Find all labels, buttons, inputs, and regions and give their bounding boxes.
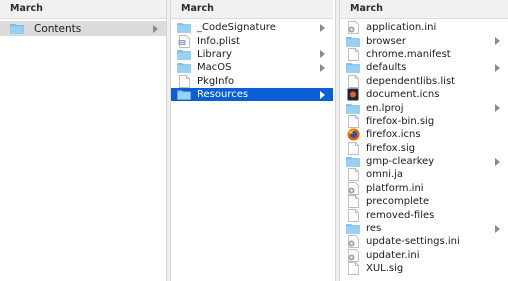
file-list: _CodeSignature Info.plist Library MacOS PkgI… — [171, 19, 333, 102]
file-icon — [346, 141, 360, 155]
settings-file-icon — [346, 182, 360, 195]
file-item[interactable]: update-settings.ini — [340, 235, 508, 249]
file-item[interactable]: Info.plist — [171, 34, 333, 48]
column-header: March — [0, 0, 166, 19]
file-list: Contents — [0, 19, 166, 36]
item-label: defaults — [366, 62, 407, 74]
file-item[interactable]: firefox.sig — [340, 141, 508, 155]
column-1: March Contents — [0, 0, 166, 281]
item-label: Library — [197, 48, 232, 60]
item-label: firefox.icns — [366, 129, 421, 141]
item-label: Info.plist — [197, 35, 240, 47]
folder-icon — [177, 48, 191, 60]
item-label: chrome.manifest — [366, 48, 451, 60]
item-label: browser — [366, 35, 407, 47]
disclosure-arrow-icon — [153, 24, 158, 33]
file-icon — [177, 74, 191, 88]
folder-item[interactable]: MacOS — [171, 61, 333, 74]
dark-icns-file-icon — [346, 88, 360, 101]
disclosure-arrow-icon — [495, 157, 500, 166]
file-icon — [346, 74, 360, 88]
folder-item[interactable]: Library — [171, 48, 333, 61]
settings-file-icon — [346, 21, 360, 35]
item-label: removed-files — [366, 209, 435, 221]
file-item[interactable]: firefox-bin.sig — [340, 115, 508, 128]
file-list: application.ini browser chrome.manifest def… — [340, 19, 508, 276]
file-icon — [346, 262, 360, 276]
file-icon — [346, 195, 360, 209]
disclosure-arrow-icon — [495, 224, 500, 233]
item-label: firefox-bin.sig — [366, 115, 435, 127]
folder-item[interactable]: defaults — [340, 61, 508, 74]
column-2: March _CodeSignature Info.plist Library Mac… — [171, 0, 333, 281]
item-label: document.icns — [366, 89, 440, 101]
firefox-icon — [346, 128, 360, 141]
item-label: XUL.sig — [366, 263, 404, 275]
item-label: precomplete — [366, 196, 430, 208]
item-label: PkgInfo — [197, 75, 235, 87]
folder-icon — [346, 35, 360, 47]
folder-item[interactable]: gmp-clearkey — [340, 155, 508, 168]
file-icon — [346, 115, 360, 128]
item-label: omni.ja — [366, 169, 404, 181]
item-label: dependentlibs.list — [366, 75, 456, 87]
file-item[interactable]: omni.ja — [340, 168, 508, 182]
item-label: updater.ini — [366, 249, 420, 261]
file-item[interactable]: updater.ini — [340, 248, 508, 262]
item-label: gmp-clearkey — [366, 156, 435, 168]
file-item[interactable]: document.icns — [340, 88, 508, 101]
folder-item[interactable]: browser — [340, 34, 508, 47]
item-label: MacOS — [197, 62, 232, 74]
item-label: application.ini — [366, 22, 437, 34]
plist-file-icon — [177, 34, 191, 48]
item-label: firefox.sig — [366, 142, 416, 154]
folder-item[interactable]: en.lproj — [340, 101, 508, 114]
item-label: Resources — [197, 89, 249, 101]
folder-icon — [346, 102, 360, 114]
disclosure-arrow-icon — [495, 37, 500, 46]
file-icon — [346, 168, 360, 182]
item-label: Contents — [34, 22, 82, 35]
item-label: update-settings.ini — [366, 236, 460, 248]
folder-item[interactable]: Resources — [171, 87, 333, 102]
file-item[interactable]: dependentlibs.list — [340, 74, 508, 88]
item-label: platform.ini — [366, 182, 424, 194]
file-item[interactable]: removed-files — [340, 208, 508, 222]
column-header: March — [171, 0, 333, 19]
disclosure-arrow-icon — [495, 104, 500, 113]
file-item[interactable]: PkgInfo — [171, 74, 333, 88]
folder-item[interactable]: _CodeSignature — [171, 21, 333, 34]
folder-icon — [177, 62, 191, 74]
file-item[interactable]: precomplete — [340, 195, 508, 209]
column-3: March application.ini browser chrome.manif… — [340, 0, 508, 281]
folder-item[interactable]: res — [340, 222, 508, 235]
disclosure-arrow-icon — [320, 63, 325, 72]
disclosure-arrow-icon — [320, 23, 325, 32]
file-icon — [346, 208, 360, 222]
item-label: _CodeSignature — [197, 22, 276, 34]
column-header: March — [340, 0, 508, 19]
file-item[interactable]: XUL.sig — [340, 262, 508, 276]
folder-icon — [177, 89, 191, 101]
file-item[interactable]: firefox.icns — [340, 128, 508, 141]
disclosure-arrow-icon — [320, 50, 325, 59]
folder-icon — [10, 23, 24, 35]
item-label: en.lproj — [366, 102, 404, 114]
disclosure-arrow-icon — [495, 63, 500, 72]
file-item[interactable]: chrome.manifest — [340, 48, 508, 61]
folder-icon — [346, 62, 360, 74]
disclosure-arrow-icon — [320, 90, 325, 99]
settings-file-icon — [346, 248, 360, 262]
item-label: res — [366, 223, 382, 235]
folder-icon — [346, 156, 360, 168]
folder-item[interactable]: Contents — [0, 21, 166, 36]
folder-icon — [346, 223, 360, 235]
file-item[interactable]: platform.ini — [340, 182, 508, 195]
file-icon — [346, 48, 360, 61]
folder-icon — [177, 22, 191, 34]
file-item[interactable]: application.ini — [340, 21, 508, 35]
settings-file-icon — [346, 235, 360, 249]
